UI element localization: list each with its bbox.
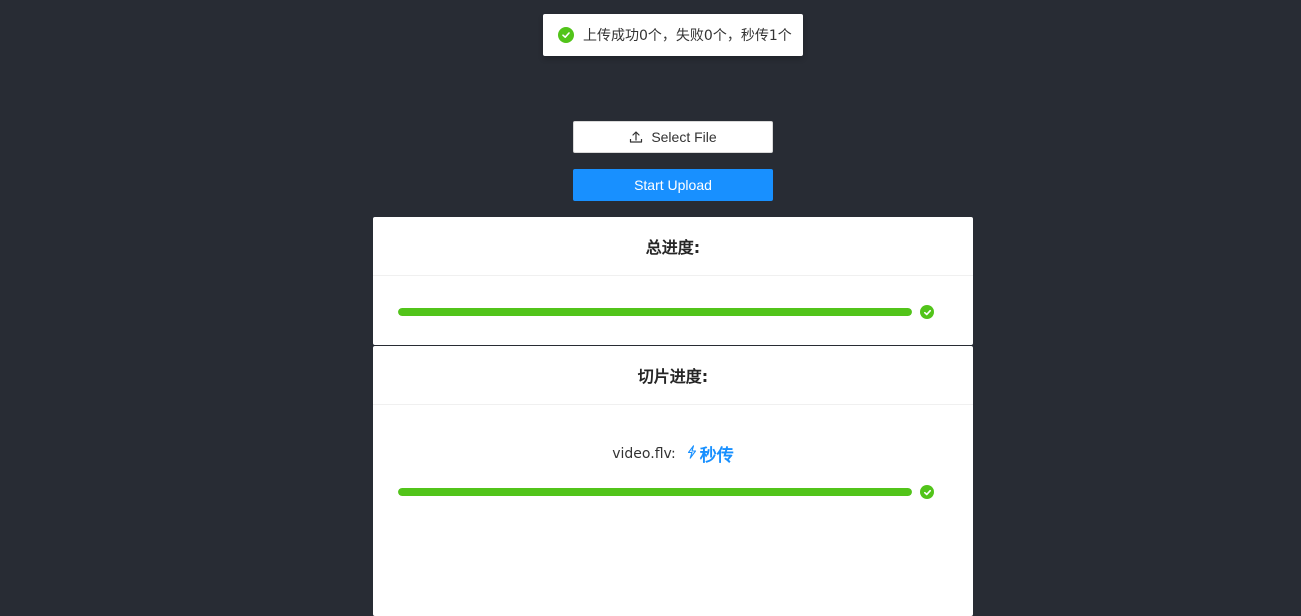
- start-upload-button[interactable]: Start Upload: [573, 169, 773, 201]
- start-upload-label: Start Upload: [634, 177, 712, 193]
- check-circle-icon: [558, 27, 574, 43]
- chunk-progress-fill: [398, 488, 912, 496]
- chunk-progress-track: [398, 488, 912, 496]
- instant-upload-label: 秒传: [699, 446, 734, 466]
- chunk-progress-title: 切片进度:: [373, 346, 973, 405]
- select-file-button[interactable]: Select File: [573, 121, 773, 153]
- chunk-progress-bar: [398, 485, 948, 499]
- toast-message: 上传成功0个，失败0个，秒传1个: [543, 14, 803, 56]
- upload-icon: [629, 130, 643, 144]
- lightning-icon: [686, 444, 698, 463]
- file-entry: video.flv: 秒传: [373, 441, 973, 466]
- check-circle-icon: [920, 305, 934, 319]
- total-progress-bar: [398, 305, 948, 319]
- total-progress-fill: [398, 308, 912, 316]
- chunk-progress-card: 切片进度: video.flv: 秒传: [373, 346, 973, 616]
- toast-text: 上传成功0个，失败0个，秒传1个: [583, 28, 792, 44]
- total-progress-title: 总进度:: [373, 217, 973, 276]
- file-name: video.flv:: [612, 445, 676, 462]
- instant-upload-badge: 秒传: [686, 441, 734, 466]
- check-circle-icon: [920, 485, 934, 499]
- total-progress-track: [398, 308, 912, 316]
- total-progress-card: 总进度:: [373, 217, 973, 345]
- select-file-label: Select File: [651, 129, 717, 145]
